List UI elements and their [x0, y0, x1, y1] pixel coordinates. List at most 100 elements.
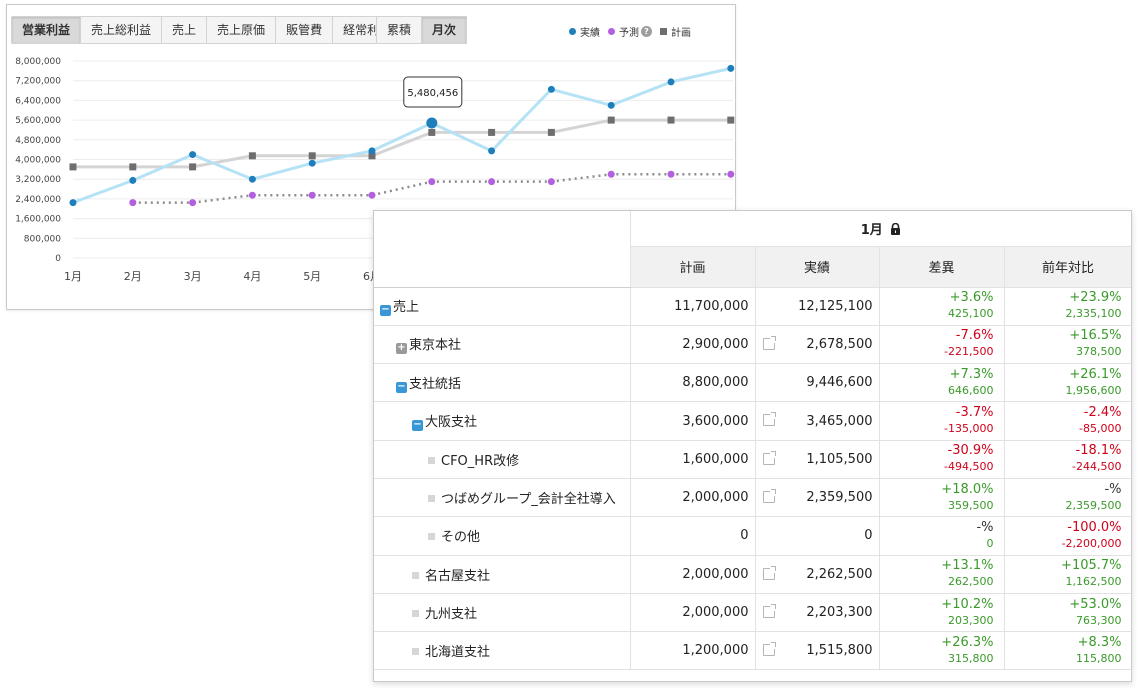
- diff-percent: +18.0%: [941, 481, 994, 497]
- tab-cost-of-sales[interactable]: 売上原価: [207, 16, 277, 44]
- y-tick-label: 1,600,000: [15, 215, 61, 225]
- row-name: 支社統括: [409, 376, 462, 392]
- plan-point: [607, 116, 615, 124]
- actual-cell: 9,446,600: [755, 363, 880, 403]
- yoy-cell: -2.4% -85,000: [1004, 401, 1131, 441]
- table-panel: 1月 計画 実績 差異 前年対比 − 売上 11,700,000 12,125,100…: [373, 210, 1132, 682]
- forecast-point: [428, 178, 436, 186]
- collapse-toggle-icon[interactable]: −: [396, 381, 407, 393]
- row-name: 九州支社: [425, 607, 478, 623]
- external-link-icon[interactable]: [762, 488, 777, 503]
- y-tick-label: 8,000,000: [15, 57, 61, 67]
- diff-amount: -135,000: [944, 422, 994, 436]
- diff-percent: +3.6%: [949, 290, 994, 306]
- table-row[interactable]: 北海道支社 1,200,000 1,515,800 +26.3% 315,800 +8.3…: [374, 631, 1131, 671]
- table-row[interactable]: CFO_HR改修 1,600,000 1,105,500 -30.9% -494,500…: [374, 440, 1131, 479]
- table-row[interactable]: つばめグループ_会計全社導入 2,000,000 2,359,500 +18.0% 35…: [374, 478, 1131, 518]
- plan-point: [667, 116, 675, 124]
- actual-cell: 2,678,500: [755, 325, 880, 365]
- leaf-marker-icon: [412, 571, 419, 579]
- diff-amount: 0: [986, 536, 994, 550]
- row-name-cell: 名古屋支社: [374, 555, 631, 594]
- tab-cumulative[interactable]: 累積: [376, 16, 423, 44]
- plan-point: [248, 152, 256, 160]
- yoy-amount: 115,800: [1076, 651, 1122, 665]
- table-row[interactable]: 九州支社 2,000,000 2,203,300 +10.2% 203,300 +53.0…: [374, 593, 1131, 633]
- table-row[interactable]: − 売上 11,700,000 12,125,100 +3.6% 425,100 +23.9…: [374, 287, 1131, 326]
- diff-amount: -494,500: [944, 460, 994, 474]
- plan-cell: 11,700,000: [630, 287, 756, 326]
- table-row[interactable]: − 支社統括 8,800,000 9,446,600 +7.3% 646,600 +26.1…: [374, 363, 1131, 403]
- tab-sga[interactable]: 販管費: [276, 16, 334, 44]
- table-row[interactable]: + 東京本社 2,900,000 2,678,500 -7.6% -221,500 +16.…: [374, 325, 1131, 365]
- forecast-point: [667, 170, 675, 178]
- plan-cell: 1,600,000: [630, 440, 756, 479]
- y-tick-label: 0: [55, 254, 61, 264]
- row-name-cell: − 売上: [374, 287, 631, 326]
- plan-value: 3,600,000: [682, 413, 749, 429]
- table-row[interactable]: − 大阪支社 3,600,000 3,465,000 -3.7% -135,000 -2.4…: [374, 401, 1131, 441]
- yoy-cell: +8.3% 115,800: [1004, 631, 1131, 671]
- plan-cell: 8,800,000: [630, 363, 756, 403]
- actual-value: 1,105,500: [806, 451, 873, 467]
- collapse-toggle-icon[interactable]: −: [412, 420, 423, 432]
- yoy-amount: -244,500: [1072, 460, 1122, 474]
- col-header-actual[interactable]: 実績: [755, 246, 880, 288]
- external-link-icon[interactable]: [762, 450, 777, 465]
- tab-operating-profit[interactable]: 営業利益: [11, 16, 82, 44]
- tab-monthly[interactable]: 月次: [422, 16, 468, 44]
- table-row[interactable]: 名古屋支社 2,000,000 2,262,500 +13.1% 262,500 +105…: [374, 555, 1131, 594]
- diff-percent: +7.3%: [949, 366, 994, 382]
- forecast-point: [308, 191, 316, 199]
- tab-sales[interactable]: 売上: [162, 16, 208, 44]
- diff-cell: -3.7% -135,000: [879, 401, 1005, 441]
- col-header-yoy[interactable]: 前年対比: [1004, 246, 1131, 288]
- y-tick-label: 4,000,000: [15, 156, 61, 166]
- yoy-percent: +105.7%: [1061, 558, 1122, 574]
- forecast-point: [727, 170, 735, 178]
- diff-cell: +13.1% 262,500: [879, 555, 1005, 594]
- col-header-diff[interactable]: 差異: [879, 246, 1005, 288]
- diff-amount: 646,600: [948, 383, 994, 397]
- actual-cell: 2,203,300: [755, 593, 880, 633]
- plan-point: [547, 128, 555, 136]
- x-tick-label: 5月: [303, 270, 321, 283]
- diff-amount: 315,800: [948, 651, 994, 665]
- month-label: 1月: [860, 222, 883, 238]
- diff-amount: 203,300: [948, 613, 994, 627]
- external-link-icon[interactable]: [762, 412, 777, 427]
- yoy-amount: 378,500: [1076, 345, 1122, 359]
- external-link-icon[interactable]: [762, 642, 777, 657]
- y-tick-label: 5,600,000: [15, 116, 61, 126]
- actual-point: [667, 78, 675, 86]
- y-tick-label: 4,800,000: [15, 136, 61, 146]
- diff-amount: -221,500: [944, 345, 994, 359]
- forecast-point: [248, 191, 256, 199]
- table-row[interactable]: その他 0 0 -% 0 -100.0% -2,200,000: [374, 516, 1131, 556]
- diff-cell: +7.3% 646,600: [879, 363, 1005, 403]
- yoy-amount: 2,335,100: [1065, 307, 1122, 321]
- diff-cell: +26.3% 315,800: [879, 631, 1005, 671]
- legend-forecast[interactable]: 予測 ?: [608, 24, 652, 39]
- actual-point: [426, 117, 438, 129]
- legend-plan[interactable]: 計画: [660, 24, 691, 39]
- actual-value: 1,515,800: [806, 643, 873, 659]
- external-link-icon[interactable]: [762, 335, 777, 350]
- yoy-cell: -% 2,359,500: [1004, 478, 1131, 518]
- tab-gross-profit[interactable]: 売上総利益: [81, 16, 163, 44]
- collapse-toggle-icon[interactable]: −: [380, 305, 391, 317]
- actual-value: 2,203,300: [806, 605, 873, 621]
- actual-cell: 2,262,500: [755, 555, 880, 594]
- leaf-marker-icon: [428, 495, 435, 503]
- external-link-icon[interactable]: [762, 565, 777, 580]
- row-name: 売上: [393, 300, 420, 316]
- external-link-icon[interactable]: [762, 603, 777, 618]
- plan-value: 11,700,000: [674, 298, 749, 314]
- col-header-plan[interactable]: 計画: [630, 246, 756, 288]
- plan-cell: 1,200,000: [630, 631, 756, 671]
- lock-icon: [891, 222, 901, 235]
- legend-actual[interactable]: 実績: [569, 24, 600, 39]
- expand-toggle-icon[interactable]: +: [396, 343, 407, 355]
- forecast-point: [368, 191, 376, 199]
- help-icon[interactable]: ?: [641, 26, 652, 37]
